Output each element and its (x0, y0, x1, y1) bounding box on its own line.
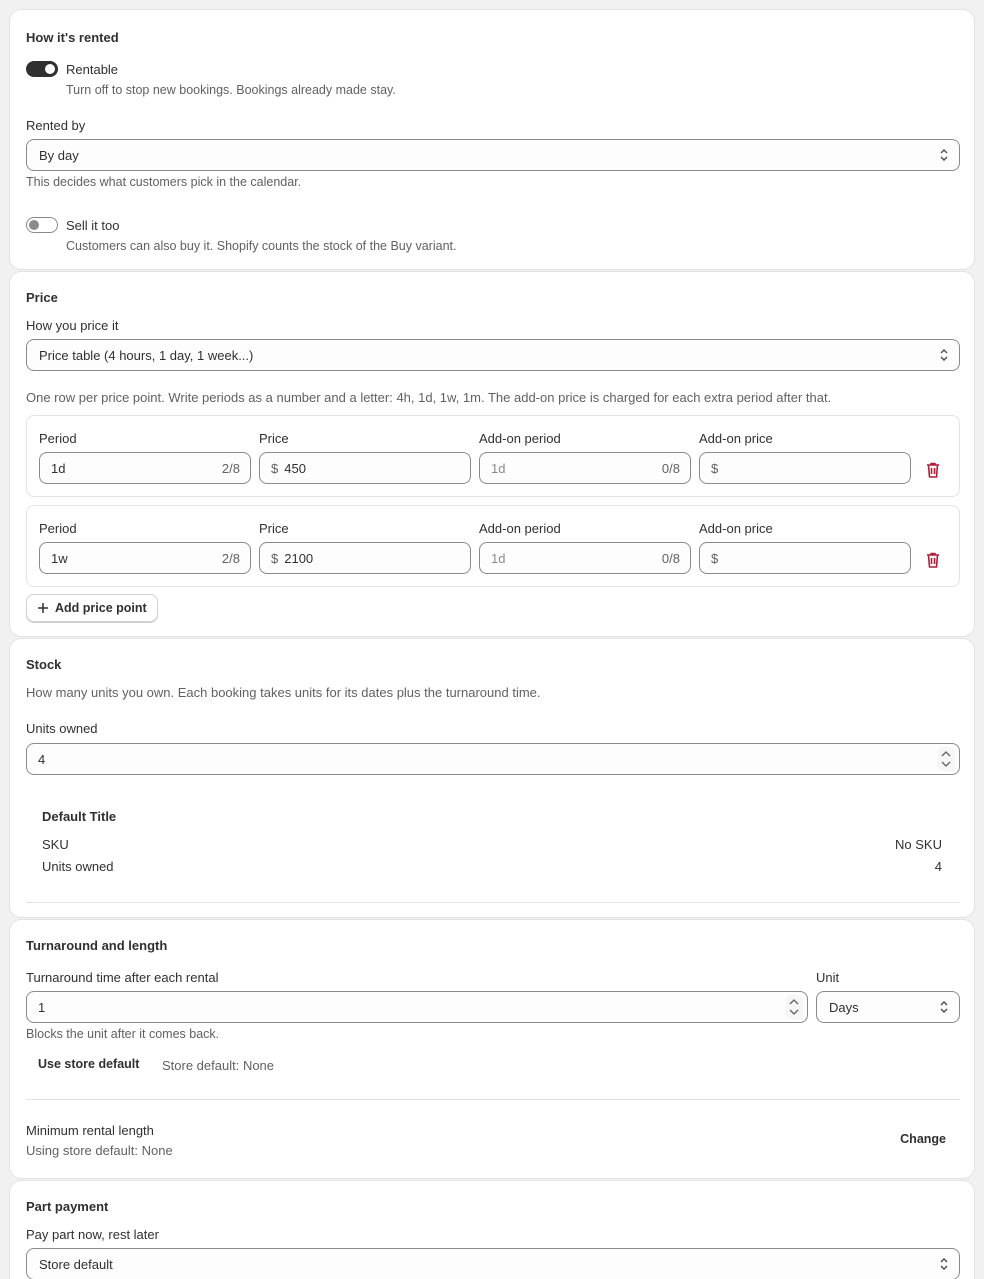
price-header: Price (259, 521, 289, 536)
addon-period-char-count: 0/8 (661, 460, 680, 476)
unit-value: Days (829, 999, 859, 1015)
rented-by-value: By day (39, 147, 79, 163)
divider (26, 1099, 960, 1100)
unit-label: Unit (816, 970, 840, 985)
price-method-select[interactable]: Price table (4 hours, 1 day, 1 week...) (26, 339, 960, 371)
stock-help: How many units you own. Each booking tak… (26, 685, 541, 700)
currency-prefix: $ (711, 550, 719, 566)
trash-icon[interactable] (925, 461, 941, 479)
part-payment-label: Pay part now, rest later (26, 1227, 159, 1242)
period-input[interactable]: 1w 2/8 (39, 542, 251, 574)
addon-period-header: Add-on period (479, 521, 561, 536)
turnaround-time-input[interactable]: 1 (26, 991, 808, 1023)
price-method-value: Price table (4 hours, 1 day, 1 week...) (39, 347, 254, 363)
price-help: One row per price point. Write periods a… (26, 390, 832, 405)
currency-prefix: $ (271, 460, 279, 476)
stock-card: Stock How many units you own. Each booki… (9, 638, 975, 918)
price-input[interactable]: $ 450 (259, 452, 471, 484)
variant-units-value: 4 (934, 859, 942, 874)
chevron-up-down-icon (940, 1258, 948, 1270)
turnaround-time-label: Turnaround time after each rental (26, 970, 219, 985)
add-price-point-button[interactable]: Add price point (26, 594, 158, 622)
stock-title: Stock (26, 657, 62, 672)
part-payment-select[interactable]: Store default (26, 1248, 960, 1279)
plus-icon (38, 603, 48, 613)
change-button[interactable]: Change (900, 1132, 946, 1146)
price-row: Period Price Add-on period Add-on price … (26, 505, 960, 587)
addon-price-header: Add-on price (699, 431, 773, 446)
price-row: Period Price Add-on period Add-on price … (26, 415, 960, 497)
turnaround-time-value: 1 (38, 999, 46, 1015)
period-char-count: 2/8 (221, 550, 240, 566)
min-rental-label: Minimum rental length (26, 1123, 154, 1138)
sell-label: Sell it too (66, 218, 120, 233)
chevron-up-down-icon (940, 149, 948, 161)
addon-period-header: Add-on period (479, 431, 561, 446)
rented-by-help: This decides what customers pick in the … (26, 175, 302, 189)
unit-select[interactable]: Days (816, 991, 960, 1023)
stepper-arrows-icon (789, 999, 799, 1015)
rental-card: How it's rented Rentable Turn off to sto… (9, 9, 975, 270)
period-header: Period (39, 431, 77, 446)
use-store-default-button[interactable]: Use store default (38, 1057, 139, 1071)
chevron-up-down-icon (940, 1001, 948, 1013)
add-price-point-label: Add price point (55, 601, 147, 615)
rented-by-select[interactable]: By day (26, 139, 960, 171)
part-payment-title: Part payment (26, 1199, 109, 1214)
rentable-help: Turn off to stop new bookings. Bookings … (66, 83, 396, 97)
stepper-arrows-icon (941, 751, 951, 767)
price-value: 2100 (284, 550, 314, 566)
units-owned-input[interactable]: 4 (26, 743, 960, 775)
trash-icon[interactable] (925, 551, 941, 569)
price-header: Price (259, 431, 289, 446)
variant-title: Default Title (42, 809, 117, 824)
addon-period-input[interactable]: 1d 0/8 (479, 542, 691, 574)
turnaround-title: Turnaround and length (26, 938, 168, 953)
addon-price-input[interactable]: $ (699, 542, 911, 574)
part-payment-card: Part payment Pay part now, rest later St… (9, 1180, 975, 1279)
addon-price-input[interactable]: $ (699, 452, 911, 484)
period-value: 1w (51, 550, 68, 566)
units-owned-value: 4 (38, 751, 46, 767)
rental-title: How it's rented (26, 30, 119, 45)
addon-period-input[interactable]: 1d 0/8 (479, 452, 691, 484)
rentable-label: Rentable (66, 62, 119, 77)
units-owned-label: Units owned (26, 721, 98, 736)
addon-period-placeholder: 1d (491, 460, 506, 476)
addon-period-placeholder: 1d (491, 550, 506, 566)
rented-by-label: Rented by (26, 118, 86, 133)
chevron-up-down-icon (940, 349, 948, 361)
variant-units-label: Units owned (42, 859, 114, 874)
price-title: Price (26, 290, 58, 305)
currency-prefix: $ (271, 550, 279, 566)
period-header: Period (39, 521, 77, 536)
min-rental-help: Using store default: None (26, 1143, 173, 1158)
price-method-label: How you price it (26, 318, 119, 333)
turnaround-help: Blocks the unit after it comes back. (26, 1027, 220, 1041)
price-value: 450 (284, 460, 306, 476)
addon-price-header: Add-on price (699, 521, 773, 536)
part-payment-value: Store default (39, 1256, 113, 1272)
number-stepper[interactable] (785, 995, 803, 1019)
price-card: Price How you price it Price table (4 ho… (9, 271, 975, 637)
store-default-text: Store default: None (162, 1058, 275, 1073)
addon-period-char-count: 0/8 (661, 550, 680, 566)
sell-help: Customers can also buy it. Shopify count… (66, 239, 457, 253)
currency-prefix: $ (711, 460, 719, 476)
sku-value: No SKU (895, 837, 942, 852)
rentable-toggle[interactable] (26, 61, 58, 77)
turnaround-card: Turnaround and length Turnaround time af… (9, 919, 975, 1179)
sku-label: SKU (42, 837, 69, 852)
price-input[interactable]: $ 2100 (259, 542, 471, 574)
period-char-count: 2/8 (221, 460, 240, 476)
number-stepper[interactable] (937, 747, 955, 771)
period-input[interactable]: 1d 2/8 (39, 452, 251, 484)
period-value: 1d (51, 460, 66, 476)
divider (26, 902, 960, 903)
sell-toggle[interactable] (26, 217, 58, 233)
